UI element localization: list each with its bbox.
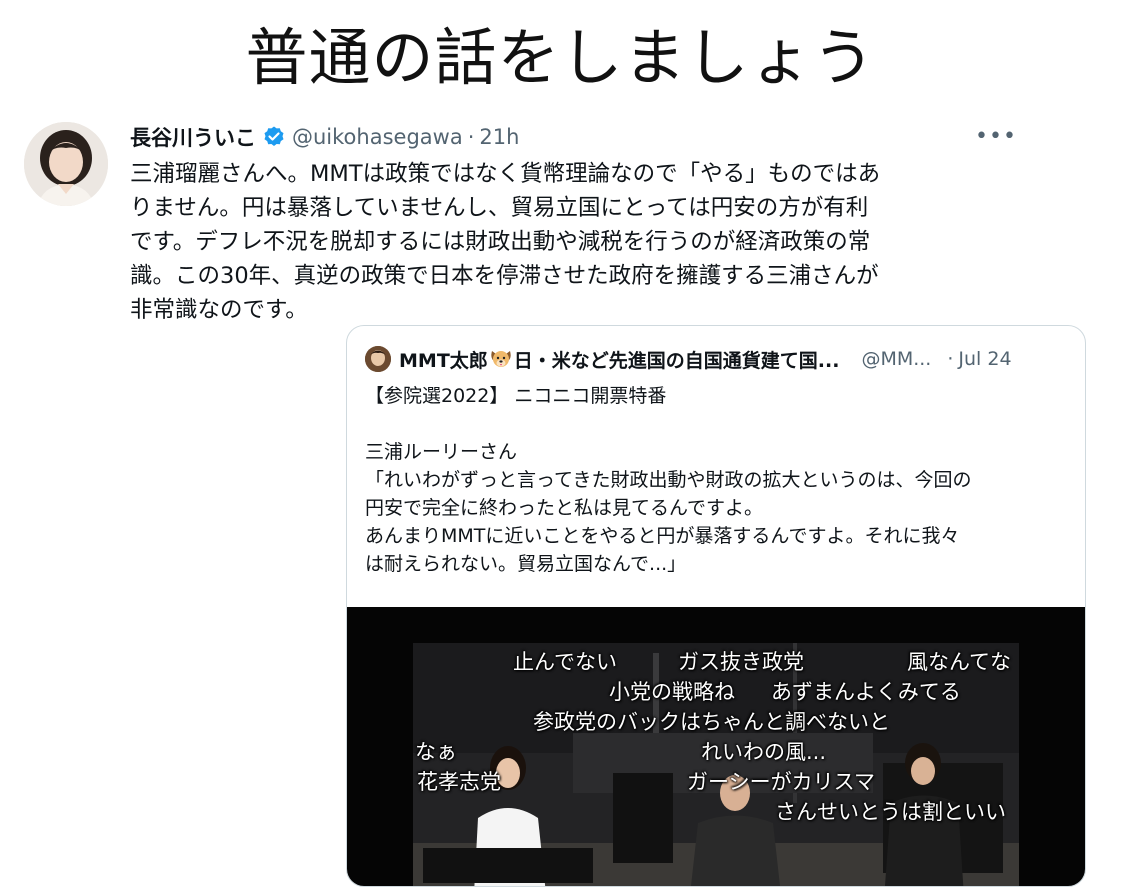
author-handle[interactable]: @uikohasegawa [292, 125, 463, 149]
video-caption: 花孝志党 [417, 770, 501, 794]
quoted-text-line: は耐えられない。貿易立国なんで...」 [365, 553, 687, 575]
tweet-text: 三浦瑠麗さんへ。MMTは政策ではなく貨幣理論なので「やる」ものではあ りません。… [130, 157, 1010, 327]
quoted-author-handle[interactable]: @MM... [861, 348, 931, 370]
dog-face-emoji-icon [489, 348, 513, 370]
quoted-author-name-prefix[interactable]: MMT太郎 [399, 346, 488, 373]
tweet-text-line: 三浦瑠麗さんへ。MMTは政策ではなく貨幣理論なので「やる」ものではあ [130, 161, 881, 187]
tweet-text-line: りません。円は暴落していませんし、貿易立国にとっては円安の方が有利 [130, 195, 869, 221]
video-caption: さんせいとうは割といい [775, 800, 1006, 824]
slide-title: 普通の話をしましょう [245, 21, 876, 94]
quoted-text-line: 三浦ルーリーさん [365, 441, 518, 463]
video-caption: れいわの風... [701, 740, 827, 764]
author-avatar[interactable] [24, 122, 108, 206]
video-caption: ガーシーがカリスマ [687, 770, 875, 794]
quoted-text-line [365, 410, 1075, 438]
quoted-tweet-header: MMT太郎 日・米など先進国の自国通貨建て国... @MM... · Jul 2… [365, 346, 1012, 372]
video-caption: なぁ [415, 740, 457, 764]
quoted-separator-dot: · [947, 348, 954, 370]
quoted-tweet-text: 【参院選2022】 ニコニコ開票特番 三浦ルーリーさん 「れいわがずっと言ってき… [365, 382, 1075, 578]
quoted-text-line: 円安で完全に終わったと私は見てるんですよ。 [365, 497, 764, 519]
video-caption: 参政党のバックはちゃんと調べないと [533, 710, 890, 734]
more-options-icon[interactable]: ••• [975, 124, 1017, 149]
video-caption: ガス抜き政党 [678, 650, 804, 674]
quoted-text-line: 「れいわがずっと言ってきた財政出動や財政の拡大というのは、今回の [365, 469, 972, 491]
verified-badge-icon [262, 125, 286, 149]
tweet-header: 長谷川ういこ @uikohasegawa · 21h [130, 122, 519, 152]
separator-dot: · [467, 125, 475, 149]
video-frame[interactable]: 止んでない ガス抜き政党 風なんてな 小党の戦略ね あずまんよくみてる 参政党の… [413, 643, 1019, 886]
embedded-video[interactable]: 止んでない ガス抜き政党 風なんてな 小党の戦略ね あずまんよくみてる 参政党の… [347, 607, 1085, 886]
video-caption: 風なんてな [907, 650, 1011, 674]
author-name[interactable]: 長谷川ういこ [130, 122, 256, 152]
quoted-tweet-timestamp[interactable]: Jul 24 [958, 348, 1011, 370]
video-caption: 止んでない [513, 650, 617, 674]
quoted-text-line: あんまりMMTに近いことをやると円が暴落するんですよ。それに我々 [365, 525, 960, 547]
tweet-text-line: 非常識なのです。 [130, 297, 308, 323]
video-caption: 小党の戦略ね [609, 680, 735, 704]
quoted-author-name-suffix[interactable]: 日・米など先進国の自国通貨建て国... [514, 346, 840, 373]
tweet-timestamp[interactable]: 21h [479, 125, 519, 149]
tweet-text-line: です。デフレ不況を脱却するには財政出動や減税を行うのが経済政策の常 [130, 229, 871, 255]
quoted-author-avatar[interactable] [365, 346, 391, 372]
tweet-text-line: 識。この30年、真逆の政策で日本を停滞させた政府を擁護する三浦さんが [130, 263, 879, 289]
quoted-tweet-card[interactable]: MMT太郎 日・米など先進国の自国通貨建て国... @MM... · Jul 2… [346, 325, 1086, 887]
quoted-text-line: 【参院選2022】 ニコニコ開票特番 [365, 385, 667, 407]
video-caption: あずまんよくみてる [771, 680, 961, 704]
